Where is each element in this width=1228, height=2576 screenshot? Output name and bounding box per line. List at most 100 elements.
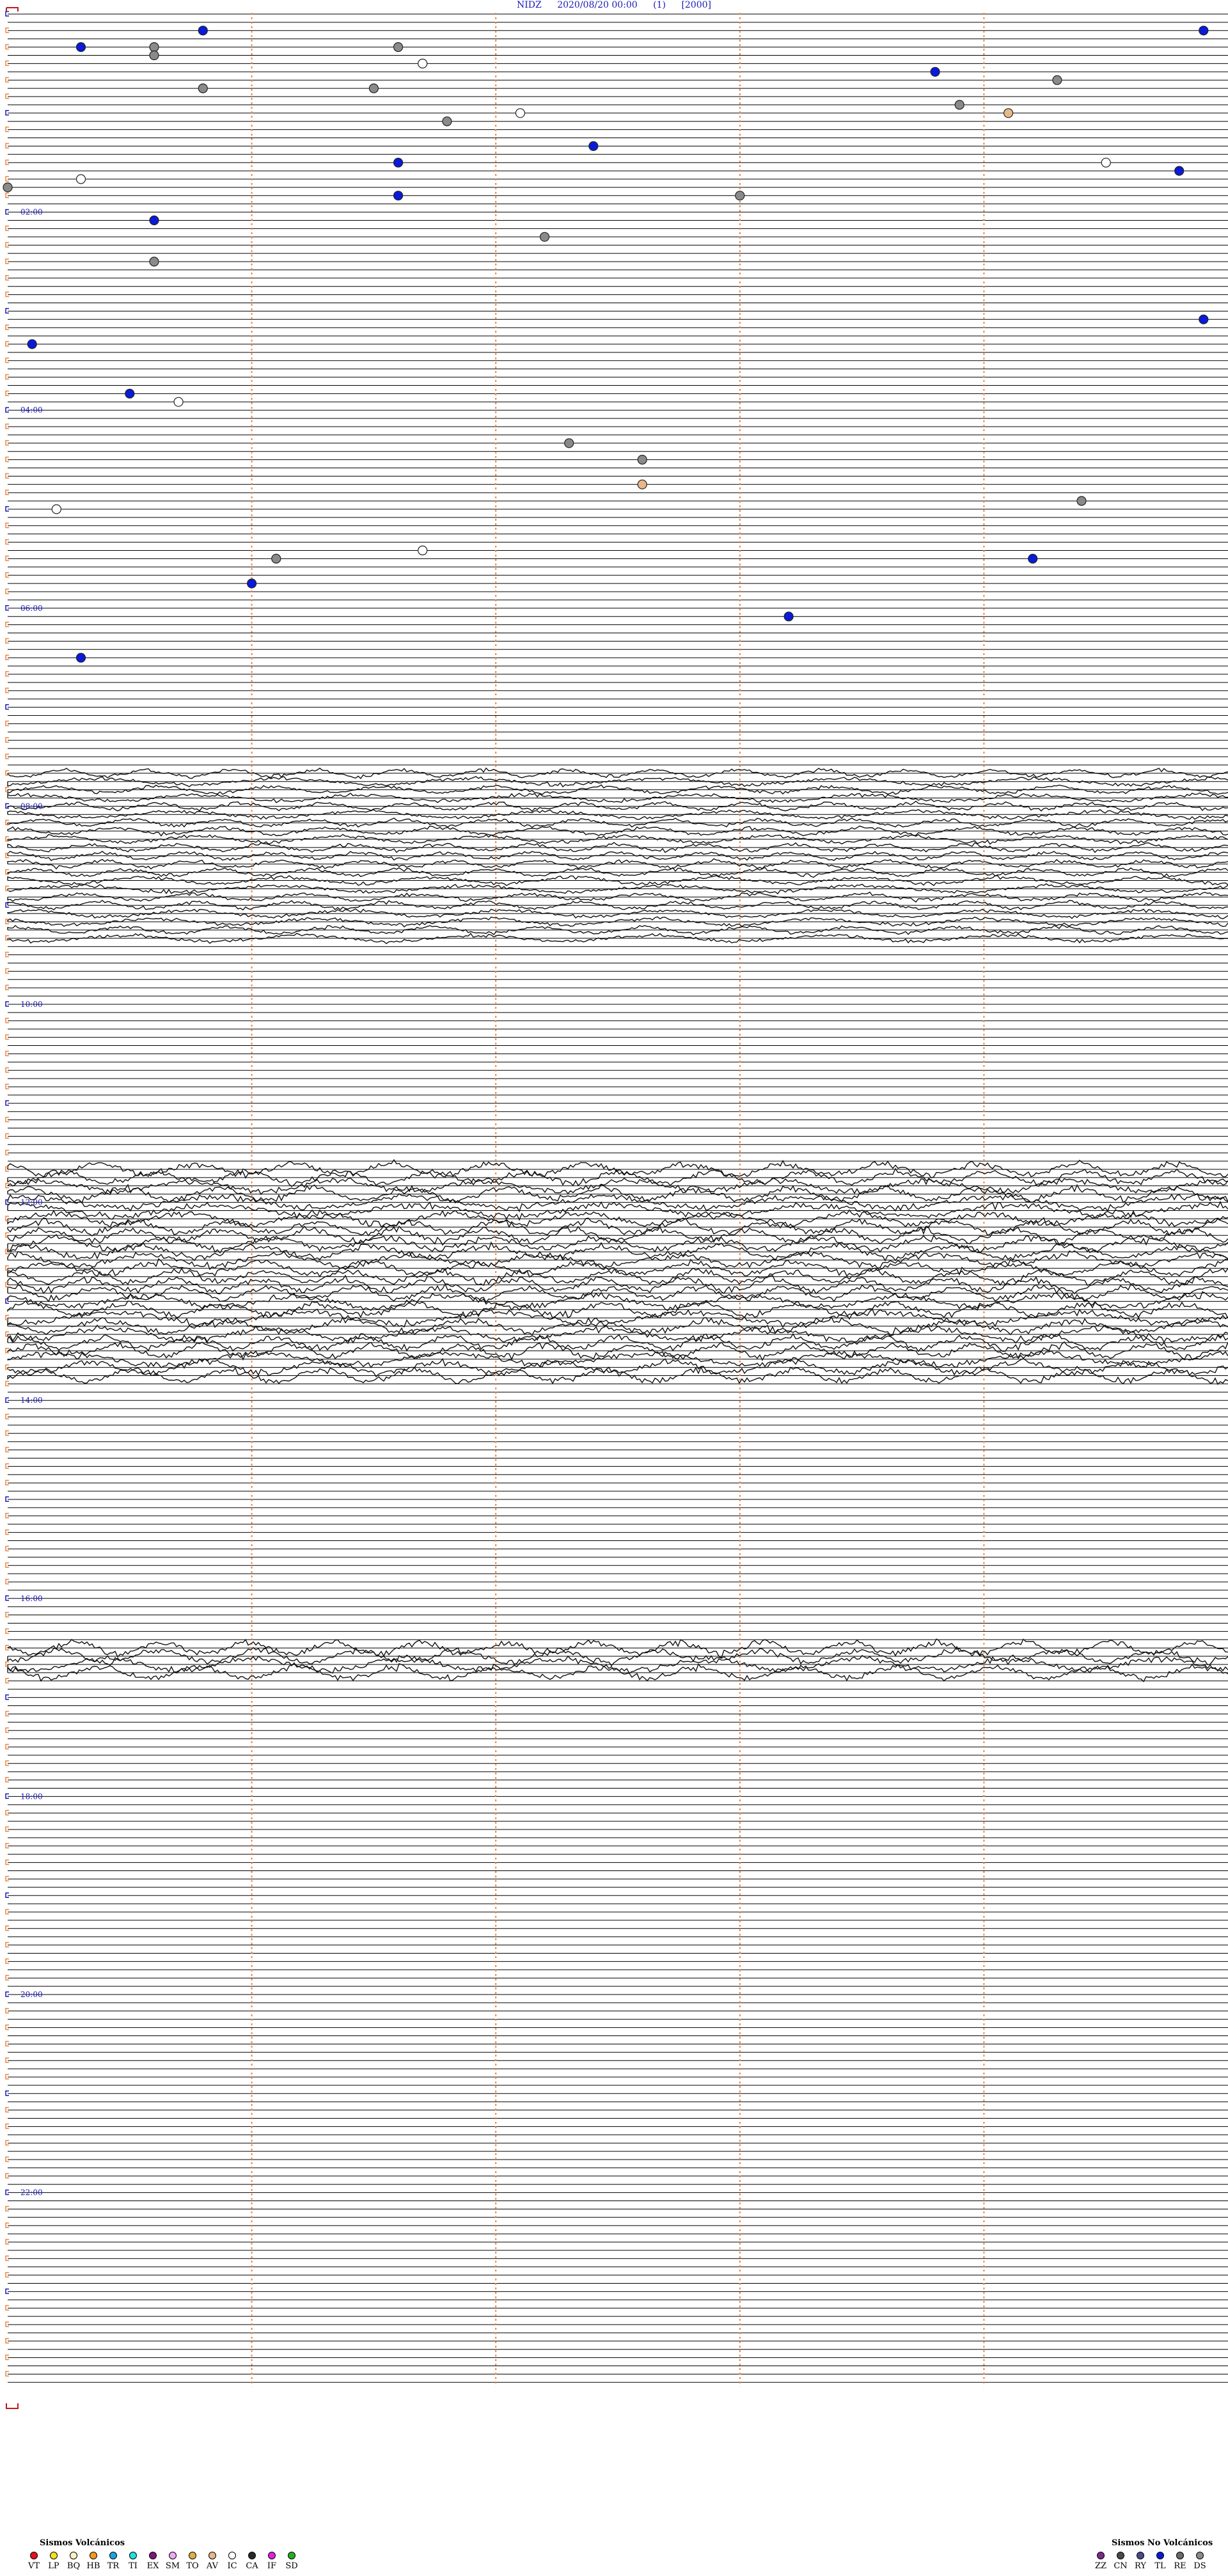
event-ds	[564, 438, 574, 448]
noise-trace-line	[7, 1241, 1228, 1262]
hour-labels: 02:00 04:00 06:00 08:00 10:00 12:00 14:00 16:00…	[20, 208, 43, 2197]
event-ds	[735, 191, 745, 201]
nonvolcanic-item-ry: RY	[1132, 2552, 1149, 2571]
nonvolcanic-label: ZZ	[1094, 2561, 1107, 2571]
volcanic-label: TR	[107, 2561, 120, 2571]
event-tl	[1174, 166, 1185, 176]
volcanic-swatch	[228, 2552, 236, 2559]
event-ds	[539, 232, 550, 242]
nonvolcanic-item-re: RE	[1172, 2552, 1188, 2571]
event-ic	[173, 397, 184, 407]
volcanic-legend-items: VT LP BQ HB TR TI EX SM TO AV IC CA IF SD	[26, 2552, 300, 2571]
volcanic-label: SM	[165, 2561, 180, 2571]
nonvolcanic-swatch	[1196, 2552, 1204, 2559]
start-marker	[6, 7, 19, 12]
end-marker	[6, 2403, 19, 2409]
event-ds	[198, 83, 208, 93]
hour-label: 10:00	[20, 1000, 43, 1009]
event-ds	[149, 257, 159, 267]
volcanic-item-ex: EX	[145, 2552, 161, 2571]
volcanic-item-sm: SM	[164, 2552, 181, 2571]
event-tl	[75, 42, 86, 52]
event-ds	[3, 182, 13, 193]
noise-trace-line	[7, 1258, 1228, 1278]
hour-label: 06:00	[20, 604, 43, 613]
nonvolcanic-legend: Sismos No Volcánicos ZZ CN RY TL RE DS	[1092, 2538, 1213, 2571]
event-ds	[368, 83, 379, 93]
event-ds	[149, 50, 159, 61]
hour-label: 12:00	[20, 1198, 43, 1207]
volcanic-label: SD	[285, 2561, 298, 2571]
volcanic-swatch	[248, 2552, 256, 2559]
volcanic-swatch	[109, 2552, 117, 2559]
noise-trace-line	[7, 1158, 1228, 1179]
noise-trace-line	[7, 1638, 1228, 1659]
event-tl	[247, 578, 257, 589]
event-ds	[1076, 496, 1087, 506]
volcanic-label: BQ	[67, 2561, 81, 2571]
event-tl	[393, 157, 404, 168]
volcanic-item-vt: VT	[26, 2552, 42, 2571]
nonvolcanic-swatch	[1117, 2552, 1124, 2559]
event-ic	[75, 174, 86, 184]
volcanic-swatch	[129, 2552, 137, 2559]
volcanic-legend-title: Sismos Volcánicos	[40, 2538, 125, 2548]
nonvolcanic-label: RE	[1174, 2561, 1186, 2571]
event-ds	[442, 116, 452, 127]
event-tl	[588, 141, 599, 151]
volcanic-label: HB	[86, 2561, 100, 2571]
volcanic-label: TO	[186, 2561, 199, 2571]
hour-label: 02:00	[20, 208, 43, 217]
volcanic-label: VT	[28, 2561, 40, 2571]
hour-label: 04:00	[20, 406, 43, 415]
nonvolcanic-item-zz: ZZ	[1092, 2552, 1109, 2571]
volcanic-label: LP	[48, 2561, 59, 2571]
volcanic-swatch	[90, 2552, 97, 2559]
event-av	[1003, 108, 1014, 118]
event-av	[637, 479, 647, 489]
volcanic-label: IC	[227, 2561, 237, 2571]
event-tl	[1028, 553, 1038, 564]
event-tl	[930, 67, 940, 77]
event-tl	[1199, 314, 1209, 324]
helicorder-plot: 02:00 04:00 06:00 08:00 10:00 12:00 14:00 16:00…	[3, 7, 1228, 2409]
volcanic-item-hb: HB	[85, 2552, 102, 2571]
nonvolcanic-swatch	[1097, 2552, 1105, 2559]
nonvolcanic-label: TL	[1154, 2561, 1166, 2571]
event-ic	[515, 108, 526, 118]
event-ic	[51, 504, 61, 514]
volcanic-swatch	[70, 2552, 77, 2559]
volcanic-item-ti: TI	[125, 2552, 141, 2571]
volcanic-swatch	[268, 2552, 276, 2559]
nonvolcanic-swatch	[1156, 2552, 1164, 2559]
volcanic-label: CA	[246, 2561, 258, 2571]
event-tl	[783, 612, 794, 622]
volcanic-item-ca: CA	[244, 2552, 260, 2571]
volcanic-item-lp: LP	[45, 2552, 62, 2571]
nonvolcanic-label: CN	[1114, 2561, 1128, 2571]
event-tl	[1199, 26, 1209, 36]
nonvolcanic-swatch	[1176, 2552, 1184, 2559]
volcanic-legend: Sismos Volcánicos VT LP BQ HB TR TI EX SM TO AV IC…	[26, 2538, 300, 2571]
volcanic-swatch	[50, 2552, 58, 2559]
event-ic	[418, 545, 428, 556]
event-tl	[393, 191, 404, 201]
nonvolcanic-swatch	[1137, 2552, 1144, 2559]
nonvolcanic-item-ds: DS	[1192, 2552, 1208, 2571]
event-ic	[1101, 157, 1111, 168]
volcanic-swatch	[209, 2552, 216, 2559]
nonvolcanic-legend-title: Sismos No Volcánicos	[1112, 2538, 1213, 2548]
event-tl	[27, 339, 37, 349]
hour-label: 16:00	[20, 1594, 43, 1603]
event-tl	[75, 652, 86, 663]
volcanic-item-av: AV	[204, 2552, 221, 2571]
volcanic-swatch	[149, 2552, 157, 2559]
volcanic-swatch	[189, 2552, 196, 2559]
event-ds	[393, 42, 404, 52]
hour-label: 08:00	[20, 802, 43, 810]
volcanic-label: EX	[146, 2561, 159, 2571]
volcanic-label: AV	[206, 2561, 219, 2571]
nonvolcanic-item-tl: TL	[1152, 2552, 1169, 2571]
hour-label: 18:00	[20, 1792, 43, 1801]
volcanic-item-tr: TR	[105, 2552, 122, 2571]
